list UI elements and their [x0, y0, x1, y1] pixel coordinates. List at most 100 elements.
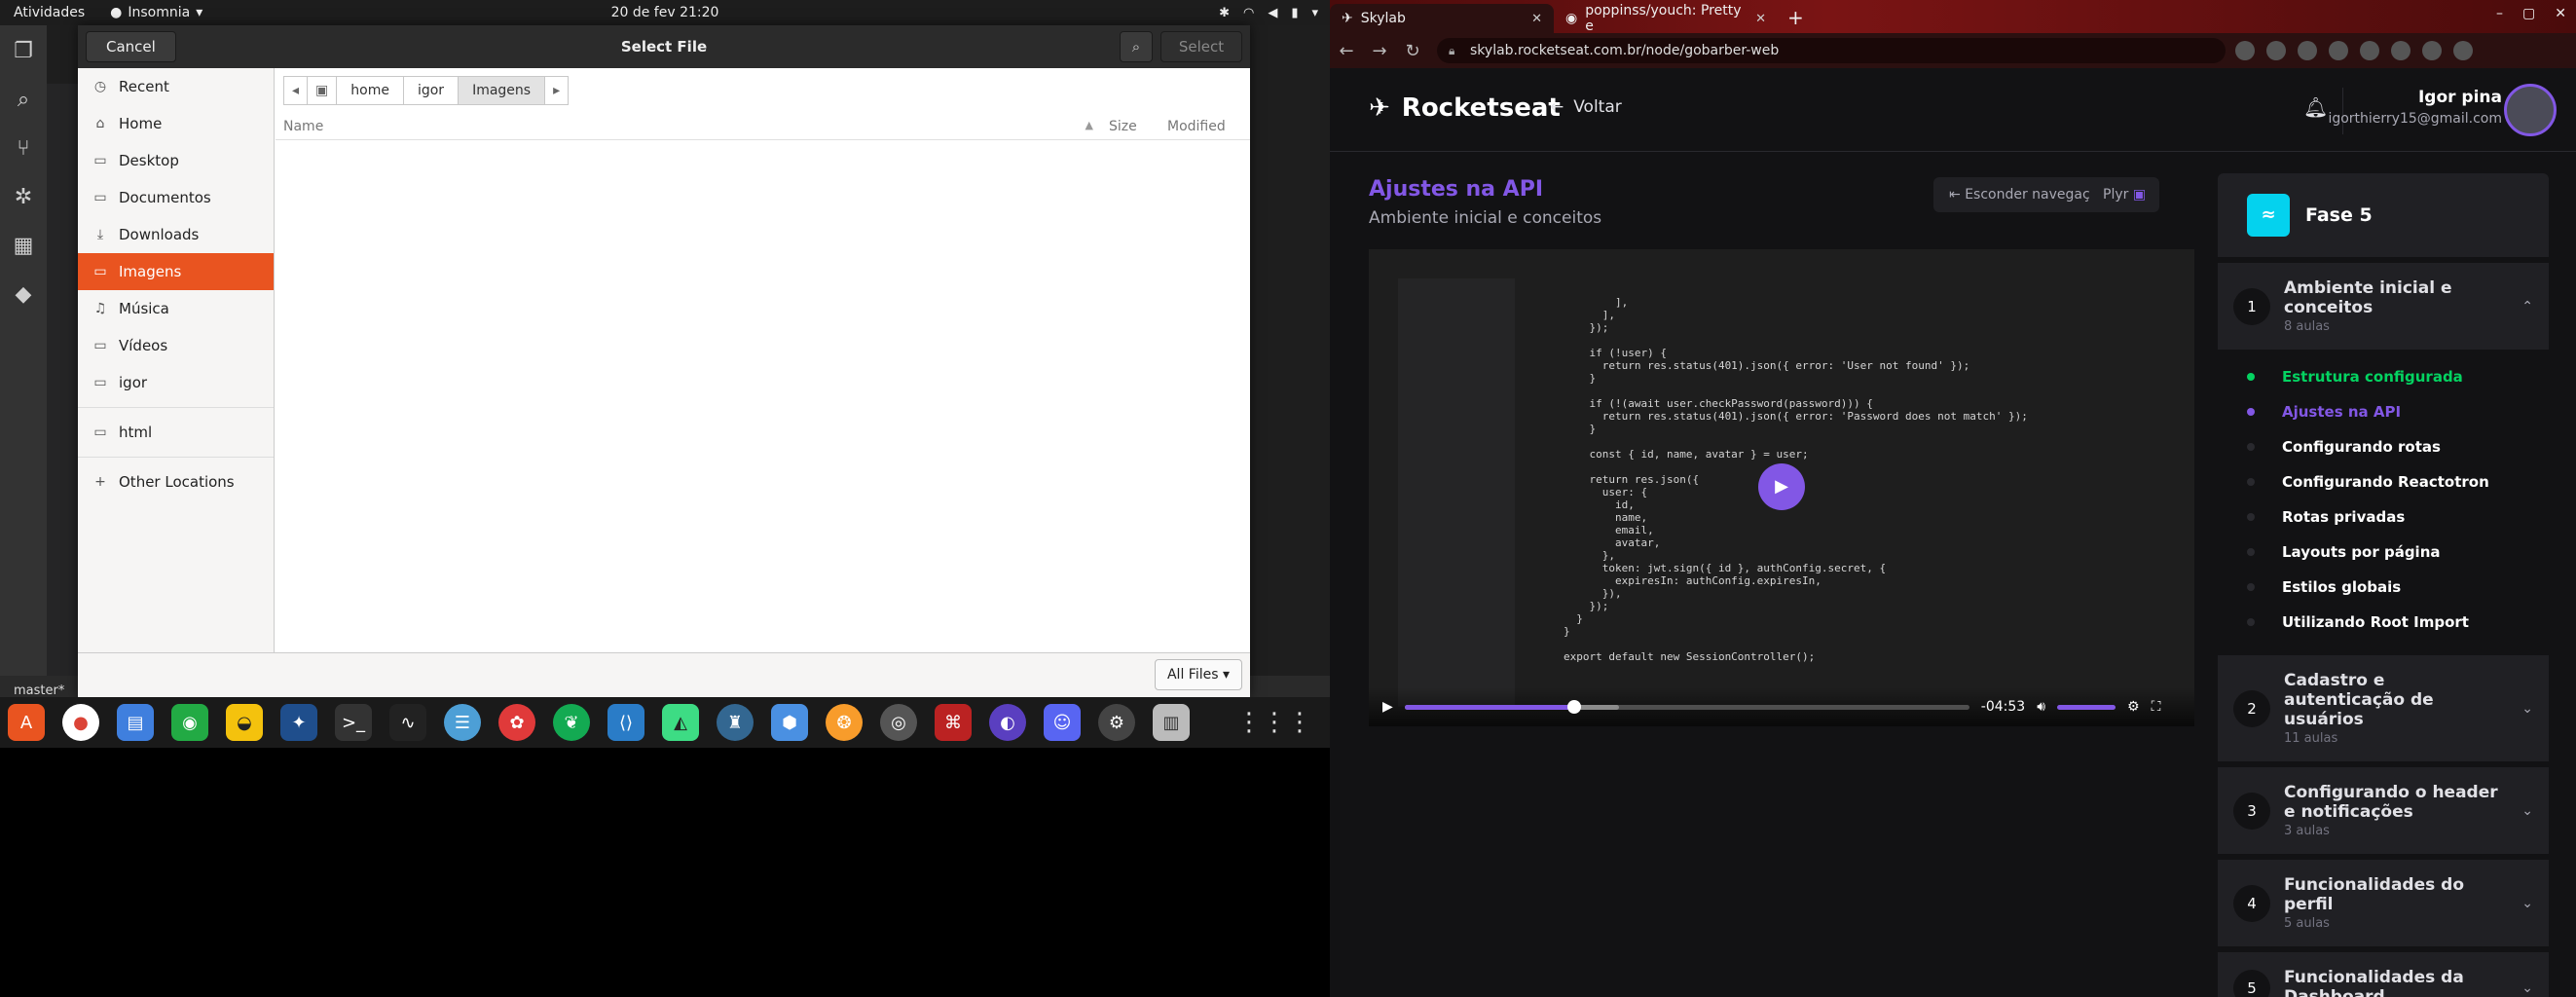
- explorer-icon[interactable]: ❐: [10, 39, 37, 66]
- lesson-item[interactable]: Configurando rotas: [2247, 429, 2549, 464]
- drive-icon[interactable]: ▣: [307, 76, 338, 105]
- place-item-desktop[interactable]: ▭ Desktop: [78, 142, 274, 179]
- software-center-icon[interactable]: A: [8, 704, 45, 741]
- extension-icon[interactable]: [2391, 41, 2410, 60]
- show-applications-icon[interactable]: ⋮⋮⋮: [1236, 708, 1312, 737]
- tab-youch[interactable]: ◉ poppinss/youch: Pretty e ✕: [1554, 3, 1778, 34]
- lesson-item[interactable]: Rotas privadas: [2247, 499, 2549, 535]
- place-item-html[interactable]: ▭ html: [78, 414, 274, 451]
- notification-bell-icon[interactable]: 🔔︎: [2303, 95, 2328, 119]
- lesson-item[interactable]: Configurando Reactotron: [2247, 464, 2549, 499]
- extension-icon[interactable]: [2266, 41, 2286, 60]
- module-item[interactable]: 2 Cadastro e autenticação de usuários 11 a…: [2218, 655, 2549, 761]
- path-crumb[interactable]: home: [336, 76, 404, 105]
- module-header[interactable]: 2 Cadastro e autenticação de usuários 11 a…: [2218, 655, 2549, 761]
- discord-icon[interactable]: ☺: [1044, 704, 1081, 741]
- accessibility-icon[interactable]: ✱: [1219, 6, 1230, 20]
- chevron-down-icon[interactable]: ⌄: [2521, 896, 2533, 911]
- settings-icon[interactable]: ⚙: [2127, 699, 2140, 715]
- lesson-item[interactable]: Estrutura configurada: [2247, 359, 2549, 394]
- progress-knob[interactable]: [1566, 699, 1581, 714]
- plyr-button[interactable]: Plyr ▣: [2089, 177, 2160, 212]
- place-item-other-locations[interactable]: + Other Locations: [78, 463, 274, 500]
- chevron-up-icon[interactable]: ⌃: [2521, 299, 2533, 314]
- disk-icon[interactable]: ◎: [880, 704, 917, 741]
- clock[interactable]: 20 de fev 21:20: [611, 5, 719, 20]
- video-player[interactable]: ], ], }); if (!user) { return res.status…: [1369, 249, 2194, 726]
- select-button[interactable]: Select: [1160, 31, 1242, 62]
- bug-icon[interactable]: ❂: [826, 704, 863, 741]
- volume-slider[interactable]: [2057, 704, 2116, 710]
- place-item-igor[interactable]: ▭ igor: [78, 364, 274, 401]
- place-item-recent[interactable]: ◷ Recent: [78, 68, 274, 105]
- system-tray[interactable]: ✱ ◠ ◀ ▮ ▾: [1219, 6, 1318, 20]
- maximize-icon[interactable]: ▢: [2522, 6, 2535, 21]
- rocketseat-logo[interactable]: ✈ Rocketseat: [1369, 93, 1561, 123]
- forward-arrow-icon[interactable]: →: [1363, 41, 1396, 61]
- chevron-down-icon[interactable]: ▾: [1311, 6, 1318, 20]
- new-tab-button[interactable]: +: [1787, 6, 1804, 29]
- extension-icon[interactable]: [2360, 41, 2379, 60]
- name-column-header[interactable]: Name ▲: [276, 119, 1093, 134]
- chrome-icon[interactable]: ●: [62, 704, 99, 741]
- minimize-icon[interactable]: –: [2496, 6, 2503, 21]
- cube-icon[interactable]: ⬢: [771, 704, 808, 741]
- chevron-down-icon[interactable]: ⌄: [2521, 980, 2533, 996]
- vscode-icon[interactable]: ⟨⟩: [607, 704, 644, 741]
- path-back-arrow-icon[interactable]: ◂: [283, 76, 309, 105]
- source-control-icon[interactable]: ⑂: [10, 136, 37, 164]
- branch-label[interactable]: master*: [14, 683, 64, 698]
- text-editor-icon[interactable]: ▤: [117, 704, 154, 741]
- insomnia-icon[interactable]: ◐: [989, 704, 1026, 741]
- android-studio-icon[interactable]: ◭: [662, 704, 699, 741]
- mysql-workbench-icon[interactable]: ✦: [280, 704, 317, 741]
- docker-icon[interactable]: ◆: [10, 282, 37, 310]
- lesson-item[interactable]: Estilos globais: [2247, 570, 2549, 605]
- database-icon[interactable]: ☰: [444, 704, 481, 741]
- search-button[interactable]: ⌕: [1120, 31, 1153, 62]
- module-item[interactable]: 4 Funcionalidades do perfil 5 aulas ⌄: [2218, 860, 2549, 946]
- mongodb-icon[interactable]: ❦: [553, 704, 590, 741]
- play-button[interactable]: ▶: [1382, 699, 1393, 715]
- terminal-icon[interactable]: >_: [335, 704, 372, 741]
- size-column-header[interactable]: Size: [1093, 119, 1152, 134]
- place-item-imagens[interactable]: ▭ Imagens: [78, 253, 274, 290]
- wifi-icon[interactable]: ◠: [1243, 6, 1254, 20]
- url-input[interactable]: 🔒︎ skylab.rocketseat.com.br/node/gobarbe…: [1437, 38, 2226, 63]
- wave-icon[interactable]: ∿: [389, 704, 426, 741]
- search-icon[interactable]: ⌕: [10, 88, 37, 115]
- extension-icon[interactable]: [2235, 41, 2255, 60]
- module-item[interactable]: 3 Configurando o header e notificações 3 a…: [2218, 767, 2549, 854]
- extension-icon[interactable]: [2453, 41, 2473, 60]
- lesson-item[interactable]: Ajustes na API: [2247, 394, 2549, 429]
- tab-skylab[interactable]: ✈ Skylab ✕: [1330, 4, 1554, 33]
- module-header[interactable]: 5 Funcionalidades da Dashboard ⌄: [2218, 952, 2549, 997]
- place-item-home[interactable]: ⌂ Home: [78, 105, 274, 142]
- progress-bar[interactable]: [1404, 699, 1969, 714]
- reactotron-icon[interactable]: ⌘: [935, 704, 972, 741]
- extensions-icon[interactable]: ▦: [10, 234, 37, 261]
- module-header[interactable]: 3 Configurando o header e notificações 3 a…: [2218, 767, 2549, 854]
- app-menu[interactable]: ● Insomnia ▾: [110, 5, 202, 20]
- close-icon[interactable]: ✕: [1531, 12, 1542, 26]
- volume-icon[interactable]: 🔊︎: [2037, 699, 2045, 715]
- path-crumb[interactable]: Imagens: [458, 76, 546, 105]
- modified-column-header[interactable]: Modified: [1152, 119, 1226, 134]
- fullscreen-icon[interactable]: ⛶: [2152, 699, 2161, 715]
- extension-icon[interactable]: [2422, 41, 2442, 60]
- back-arrow-icon[interactable]: ←: [1330, 41, 1363, 61]
- place-item-downloads[interactable]: ⤓ Downloads: [78, 216, 274, 253]
- redis-icon[interactable]: ✿: [498, 704, 535, 741]
- chevron-down-icon[interactable]: ⌄: [2521, 701, 2533, 717]
- module-item[interactable]: 5 Funcionalidades da Dashboard ⌄: [2218, 952, 2549, 997]
- gitkraken-icon[interactable]: ◉: [171, 704, 208, 741]
- volume-icon[interactable]: ◀: [1268, 6, 1277, 20]
- postgres-icon[interactable]: ♜: [717, 704, 754, 741]
- extension-icon[interactable]: [2329, 41, 2348, 60]
- settings-icon[interactable]: ⚙: [1098, 704, 1135, 741]
- extension-icon[interactable]: [2298, 41, 2317, 60]
- robo-icon[interactable]: ◒: [226, 704, 263, 741]
- close-icon[interactable]: ✕: [2555, 6, 2566, 21]
- activities-button[interactable]: Atividades: [14, 5, 85, 20]
- module-item[interactable]: 1 Ambiente inicial e conceitos 8 aulas ⌃ Est…: [2218, 263, 2549, 649]
